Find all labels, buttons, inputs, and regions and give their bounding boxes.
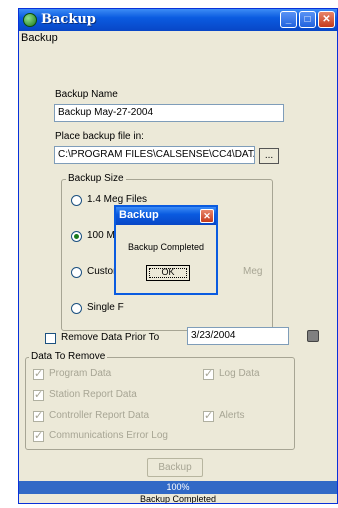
backup-name-input[interactable]: Backup May-27-2004 (54, 104, 284, 122)
data-to-remove-title: Data To Remove (29, 351, 108, 362)
radio-single-file[interactable] (71, 303, 82, 314)
close-button[interactable]: ✕ (318, 11, 335, 28)
remove-date-input[interactable]: 3/23/2004 (187, 327, 289, 345)
backup-completed-dialog: Backup ✕ Backup Completed OK (114, 205, 218, 295)
station-report-label: Station Report Data (49, 389, 137, 400)
minimize-button[interactable]: _ (280, 11, 297, 28)
backup-path-input[interactable]: C:\PROGRAM FILES\CALSENSE\CC4\DATA\ (54, 146, 255, 164)
log-data-checkbox[interactable] (203, 367, 214, 380)
meg-label: Meg (243, 266, 263, 277)
ok-button[interactable]: OK (146, 265, 190, 281)
app-icon (23, 13, 37, 27)
program-data-label: Program Data (49, 368, 112, 379)
comm-error-log-checkbox[interactable] (33, 429, 44, 442)
radio-100-meg[interactable] (71, 231, 82, 242)
log-data-label: Log Data (219, 368, 260, 379)
radio-single-file-label: Single F (87, 302, 124, 313)
controller-report-checkbox[interactable] (33, 409, 44, 422)
progress-bar: 100% (19, 481, 337, 494)
window-title: Backup (41, 12, 96, 27)
alerts-label: Alerts (219, 410, 245, 421)
backup-size-title: Backup Size (66, 173, 126, 184)
status-text: Backup Completed (139, 494, 217, 504)
remove-data-label: Remove Data Prior To (61, 332, 160, 343)
backup-window: Backup _ □ ✕ Backup Backup Name Backup M… (18, 8, 338, 504)
backup-name-label: Backup Name (55, 89, 118, 100)
title-bar[interactable]: Backup _ □ ✕ (19, 9, 337, 31)
dialog-title: Backup (119, 209, 159, 221)
place-backup-label: Place backup file in: (55, 131, 144, 142)
menu-backup[interactable]: Backup (21, 32, 58, 44)
controller-report-label: Controller Report Data (49, 410, 150, 421)
comm-error-log-label: Communications Error Log (49, 430, 168, 441)
dialog-close-button[interactable]: ✕ (200, 209, 214, 223)
backup-button[interactable]: Backup (147, 458, 203, 477)
radio-1-4-meg-label: 1.4 Meg Files (87, 194, 148, 205)
radio-custom[interactable] (71, 267, 82, 278)
station-report-checkbox[interactable] (33, 388, 44, 401)
radio-1-4-meg[interactable] (71, 195, 82, 206)
calendar-icon[interactable] (307, 330, 319, 342)
program-data-checkbox[interactable] (33, 367, 44, 380)
remove-data-checkbox[interactable] (45, 333, 56, 344)
browse-button[interactable]: ... (259, 148, 279, 164)
dialog-title-bar[interactable]: Backup ✕ (116, 207, 216, 225)
dialog-message: Backup Completed (127, 242, 205, 252)
alerts-checkbox[interactable] (203, 409, 214, 422)
maximize-button[interactable]: □ (299, 11, 316, 28)
